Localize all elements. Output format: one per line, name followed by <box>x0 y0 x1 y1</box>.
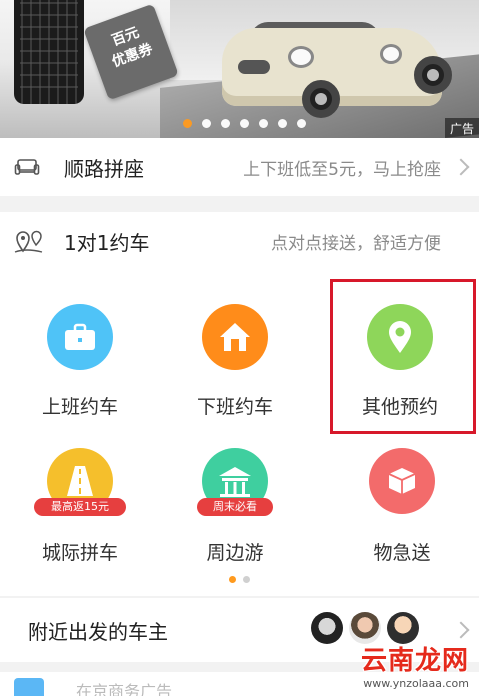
car-wheel <box>414 56 452 94</box>
watermark-url: www.ynzolaaa.com <box>363 677 469 690</box>
car-headlight <box>380 44 402 64</box>
grid-pagination <box>0 576 479 583</box>
grid-page-dot[interactable] <box>243 576 250 583</box>
app-screen: 百元 优惠券 广告 顺路拼座 上下班低至5元，马上抢座 1对1约车 点对点接送，… <box>0 0 479 696</box>
service-label: 城际拼车 <box>41 542 118 564</box>
banner-dot[interactable] <box>278 119 287 128</box>
partial-row-text: 在京商务广告 <box>76 682 173 696</box>
banner-dot[interactable] <box>183 119 192 128</box>
service-nearby-trip[interactable]: 周末必看 周边游 <box>155 420 315 570</box>
banner-dot[interactable] <box>202 119 211 128</box>
tire-image <box>14 0 84 104</box>
service-commute-home[interactable]: 下班约车 <box>155 270 315 420</box>
sofa-icon <box>14 159 40 175</box>
banner-dot[interactable] <box>221 119 230 128</box>
carpool-title: 顺路拼座 <box>64 156 144 181</box>
promo-badge: 最高返15元 <box>34 498 126 516</box>
car-headlight <box>288 46 314 68</box>
carpool-row[interactable]: 顺路拼座 上下班低至5元，马上抢座 <box>0 138 479 196</box>
service-label: 物急送 <box>373 542 431 564</box>
grid-page-dot[interactable] <box>229 576 236 583</box>
booking-row[interactable]: 1对1约车 点对点接送，舒适方便 <box>0 212 479 270</box>
banner-dot[interactable] <box>259 119 268 128</box>
coupon-tag: 百元 优惠券 <box>83 3 179 101</box>
highlight-box <box>330 279 476 434</box>
booking-title: 1对1约车 <box>64 230 150 255</box>
chevron-right-icon <box>452 158 470 176</box>
site-watermark: 云南龙网 www.ynzolaaa.com <box>361 640 469 690</box>
car-grill <box>238 60 270 74</box>
service-label: 下班约车 <box>196 396 273 418</box>
car-wheel <box>302 80 340 118</box>
promo-badge: 周末必看 <box>197 498 273 516</box>
chevron-right-icon <box>452 621 470 639</box>
service-label: 周边游 <box>206 542 264 564</box>
service-commute-work[interactable]: 上班约车 <box>0 270 160 420</box>
avatar[interactable] <box>311 612 343 644</box>
briefcase-icon <box>47 304 113 370</box>
banner-dot[interactable] <box>240 119 249 128</box>
watermark-logo-text: 云南龙网 <box>360 646 469 676</box>
box-icon <box>369 448 435 514</box>
ad-banner[interactable]: 百元 优惠券 广告 <box>0 0 479 138</box>
nearby-title: 附近出发的车主 <box>28 619 168 644</box>
calendar-icon <box>14 678 44 696</box>
location-pins-icon <box>14 230 43 253</box>
house-icon <box>202 304 268 370</box>
service-express-delivery[interactable]: 物急送 <box>322 420 479 570</box>
service-intercity[interactable]: 最高返15元 城际拼车 <box>0 420 160 570</box>
carpool-subtitle: 上下班低至5元，马上抢座 <box>243 159 441 180</box>
ad-label: 广告 <box>444 118 479 138</box>
banner-pagination <box>0 119 479 128</box>
service-label: 上班约车 <box>41 396 118 418</box>
booking-subtitle: 点对点接送，舒适方便 <box>271 233 441 254</box>
banner-dot[interactable] <box>297 119 306 128</box>
